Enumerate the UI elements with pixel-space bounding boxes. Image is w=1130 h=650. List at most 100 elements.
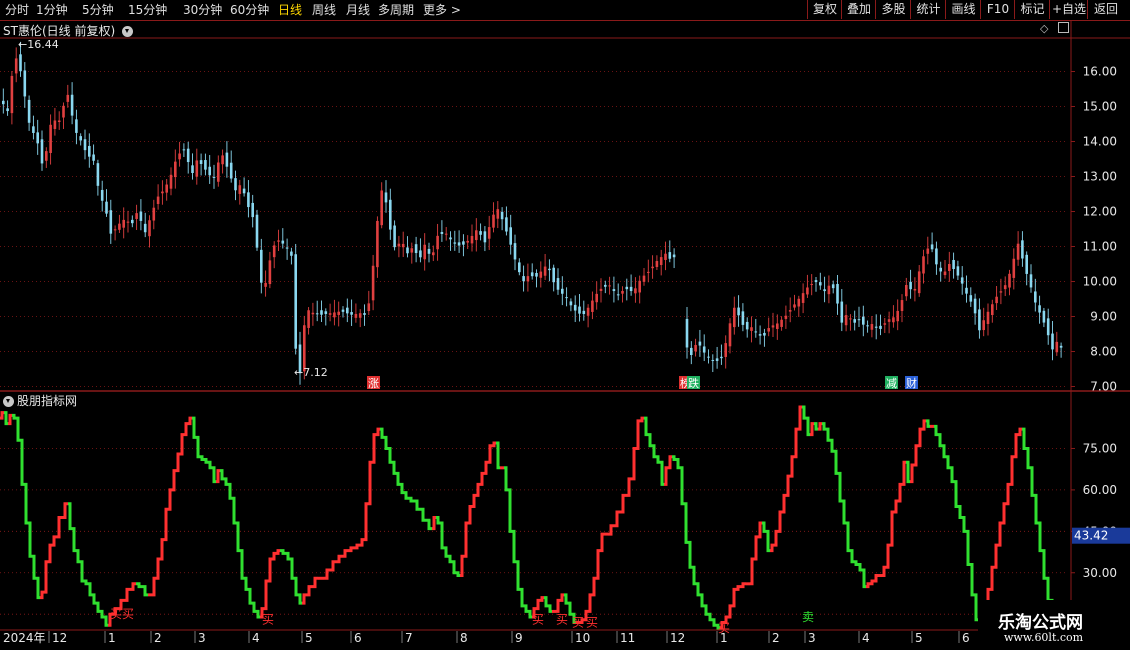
stock-chart[interactable]: 7.00 8.00 9.00 10.00 11.00 12.00 13.00 14.00 15.… [0,0,1130,650]
candle-body [565,297,568,299]
candle-body [836,283,839,304]
indicator-segment [324,568,330,580]
indicator-segment [28,521,32,558]
indicator-segment [762,521,766,533]
indicator-segment [644,416,648,437]
watermark-url: www.60lt.com [1004,631,1084,644]
chevron-down-icon[interactable] [3,396,14,407]
indicator-segment [1010,455,1014,486]
candle-body [1016,243,1020,260]
indicator-segment [934,424,938,437]
indicator-segment [364,502,368,542]
indicator-segment [384,435,388,450]
indicator-segment [468,504,472,525]
candle-body [909,281,912,290]
candle-body [436,235,439,250]
indicator-segment [426,518,432,531]
indicator-segment [676,458,680,470]
buy-signal: 买 [572,615,584,629]
indicator-segment [472,493,476,508]
indicator-segment [842,499,846,525]
indicator-segment [84,579,88,586]
candle-body [651,266,654,269]
candle-body [548,268,551,271]
candle-body [92,154,95,161]
month-label: 8 [460,631,468,645]
indicator-segment [256,609,260,619]
indicator-segment [240,549,244,580]
month-label: 2 [154,631,162,645]
indicator-segment [212,466,216,484]
candle-body [887,319,891,322]
candle-body [139,211,143,221]
candle-body [294,254,297,349]
diamond-icon[interactable]: ◇ [1040,22,1048,35]
candle-body [625,286,629,290]
candle-body [819,282,822,286]
indicator-segment [668,455,672,470]
candle-body [178,153,181,160]
candle-body [401,243,405,248]
indicator-segment [536,598,540,611]
indicator-segment [480,471,484,486]
watermark: 乐淘公式网 www.60lt.com [978,600,1130,650]
indicator-segment [444,546,448,558]
month-label: 1 [720,631,728,645]
candle-body [862,316,865,325]
candle-body [109,210,113,234]
candle-body [324,311,328,314]
candle-body [741,311,745,325]
indicator-segment [372,433,376,464]
indicator-segment [392,460,396,475]
buy-signal: 买 [532,613,544,627]
indicator-segment [882,565,886,578]
indicator-segment [280,549,286,555]
indicator-segment [48,543,52,564]
candle-body [212,176,216,178]
candle-body [586,307,590,316]
candle-body [440,232,444,234]
indicator-segment [958,504,962,520]
buy-signal: 买 [262,613,274,627]
indicator-segment [918,427,922,448]
indicator-segment [680,466,684,506]
candle-body [664,253,667,260]
indicator-segment [556,598,560,613]
indicator-segment [272,551,276,561]
indicator-segment [504,466,508,492]
indicator-segment [786,474,790,497]
candle-body [131,219,134,224]
candle-body [737,307,740,316]
indicator-segment [40,590,44,600]
candle-body [978,309,981,331]
indicator-segment [652,444,656,459]
price-tick-label: 7.00 [1090,380,1117,394]
indicator-segment [368,460,372,506]
indicator-segment [1018,427,1022,437]
indicator-segment [496,441,500,470]
indicator-segment [348,546,354,553]
indicator-segment [664,466,668,486]
indicator-segment [330,560,336,572]
indicator-segment [512,529,516,564]
candle-body [986,311,990,324]
candle-body [333,312,336,318]
candle-body [234,178,237,191]
candle-body [251,202,254,218]
candle-body [685,318,689,348]
candle-body [1051,333,1054,350]
candle-body [462,241,465,245]
candle-body [1025,254,1028,274]
window-box-icon[interactable] [1057,22,1069,33]
candle-body [943,271,947,276]
indicator-segment [922,419,926,431]
indicator-segment [80,560,84,583]
indicator-segment [72,527,76,553]
indicator-segment [806,416,810,437]
candle-body [543,266,547,276]
candle-body [591,300,594,312]
chevron-down-icon[interactable] [121,26,133,37]
candle-body [935,248,938,265]
candle-body [1034,291,1037,303]
candle-body [905,285,908,297]
